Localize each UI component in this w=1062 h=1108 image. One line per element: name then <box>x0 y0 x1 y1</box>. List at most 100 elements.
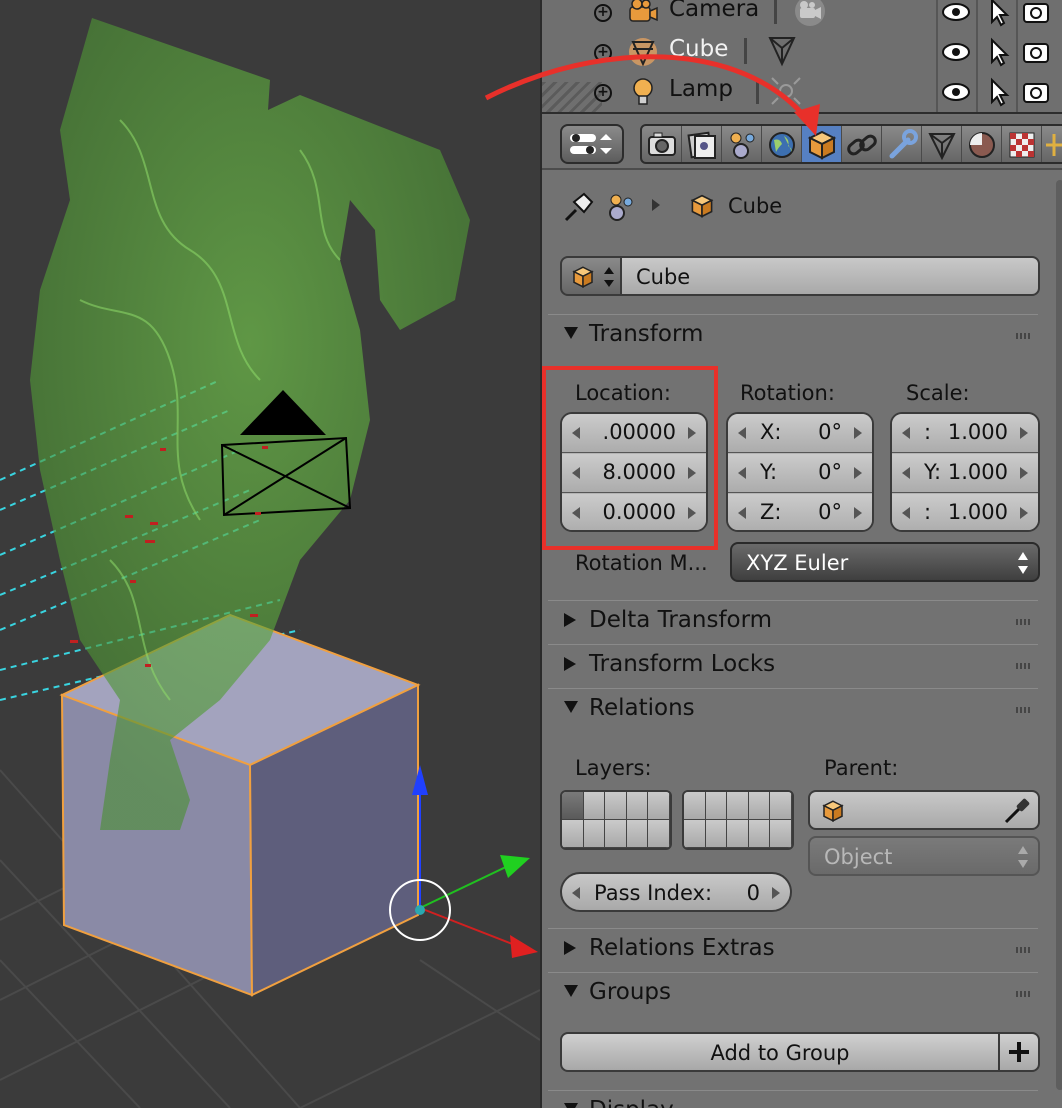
tab-constraints[interactable] <box>842 126 882 162</box>
properties-scrollbar[interactable] <box>1056 180 1062 1090</box>
tab-particles[interactable] <box>1042 126 1062 162</box>
decrement-arrow-icon[interactable] <box>572 887 580 899</box>
layer-button[interactable] <box>748 792 771 820</box>
layer-button[interactable] <box>626 820 649 848</box>
relations-extras-panel-header[interactable]: Relations Extras <box>548 928 1038 970</box>
groups-panel-header[interactable]: Groups <box>548 972 1038 1014</box>
outliner-label[interactable]: Camera <box>669 0 759 22</box>
pin-icon[interactable] <box>562 190 596 224</box>
delta-transform-panel-header[interactable]: Delta Transform <box>548 600 1038 642</box>
drag-grip-icon[interactable] <box>1016 947 1030 953</box>
rotation-mode-label: Rotation M... <box>575 551 708 575</box>
tab-scene[interactable] <box>722 126 762 162</box>
lamp-data-icon[interactable] <box>768 74 804 108</box>
tab-object[interactable] <box>802 126 842 162</box>
outliner-label[interactable]: Cube <box>669 36 728 62</box>
drag-grip-icon[interactable] <box>1016 333 1030 339</box>
tab-material[interactable] <box>962 126 1002 162</box>
tab-modifiers[interactable] <box>882 126 922 162</box>
scale-x-field[interactable]: :1.000 <box>892 414 1038 453</box>
layer-button[interactable] <box>562 820 584 848</box>
renderable-camera-icon[interactable] <box>1020 0 1052 28</box>
layer-button[interactable] <box>727 792 749 820</box>
drag-grip-icon[interactable] <box>1016 991 1030 997</box>
drag-grip-icon[interactable] <box>1016 707 1030 713</box>
properties-editor[interactable]: Cube Cube Transform Location: Rotation: … <box>542 172 1062 1108</box>
tab-render[interactable] <box>642 126 682 162</box>
layer-button[interactable] <box>748 820 771 848</box>
expand-triangle-icon <box>564 941 576 955</box>
rotation-z-field[interactable]: Z: 0° <box>728 494 872 530</box>
selectable-cursor-icon[interactable] <box>982 36 1014 68</box>
layer-button[interactable] <box>562 792 584 820</box>
layer-button[interactable] <box>705 792 728 820</box>
layer-button[interactable] <box>684 820 706 848</box>
tab-data[interactable] <box>922 126 962 162</box>
scene-icon <box>730 132 755 159</box>
add-to-group-button[interactable]: Add to Group <box>560 1032 1000 1072</box>
drag-grip-icon[interactable] <box>1016 663 1030 669</box>
camera-data-icon[interactable] <box>792 0 828 28</box>
pass-index-field[interactable]: Pass Index: 0 <box>560 872 792 912</box>
display-panel-header[interactable]: Display <box>548 1090 1038 1108</box>
parent-field[interactable] <box>808 790 1040 830</box>
layer-button[interactable] <box>583 792 606 820</box>
object-browse-button[interactable] <box>560 256 622 296</box>
layer-button[interactable] <box>626 792 649 820</box>
mesh-data-icon[interactable] <box>764 34 800 68</box>
expand-icon[interactable]: + <box>594 84 612 102</box>
layer-grid-left[interactable] <box>560 790 672 850</box>
editor-type-menu[interactable] <box>560 124 624 164</box>
viewport-scene <box>0 18 540 1108</box>
layer-button[interactable] <box>727 820 749 848</box>
location-y-field[interactable]: 8.0000 <box>562 454 706 493</box>
selectable-cursor-icon[interactable] <box>982 0 1014 28</box>
location-x-field[interactable]: .00000 <box>562 414 706 453</box>
layer-button[interactable] <box>605 792 627 820</box>
increment-arrow-icon[interactable] <box>772 887 780 899</box>
renderable-camera-icon[interactable] <box>1020 76 1052 108</box>
layer-button[interactable] <box>648 820 670 848</box>
tab-render-layers[interactable] <box>682 126 722 162</box>
visibility-eye-icon[interactable] <box>940 36 972 68</box>
add-group-plus-button[interactable] <box>998 1032 1040 1072</box>
expand-icon[interactable]: + <box>594 44 612 62</box>
tab-world[interactable] <box>762 126 802 162</box>
scale-z-field[interactable]: :1.000 <box>892 494 1038 530</box>
tab-texture[interactable] <box>1002 126 1042 162</box>
drag-grip-icon[interactable] <box>1016 619 1030 625</box>
layer-button[interactable] <box>648 792 670 820</box>
panel-title: Relations Extras <box>589 935 775 961</box>
layer-button[interactable] <box>605 820 627 848</box>
panel-title: Relations <box>589 695 695 721</box>
updown-arrows-icon <box>1018 846 1028 868</box>
rotation-y-field[interactable]: Y: 0° <box>728 454 872 493</box>
selectable-cursor-icon[interactable] <box>982 76 1014 108</box>
visibility-eye-icon[interactable] <box>940 76 972 108</box>
3d-viewport[interactable] <box>0 0 540 1108</box>
rotation-x-field[interactable]: X: 0° <box>728 414 872 453</box>
layer-button[interactable] <box>770 820 792 848</box>
renderable-camera-icon[interactable] <box>1020 36 1052 68</box>
pass-index-label: Pass Index: <box>594 881 713 905</box>
outliner[interactable]: + Camera + Cube + Lamp <box>542 0 1062 114</box>
expand-icon[interactable]: + <box>594 4 612 22</box>
pass-index-value: 0 <box>746 881 760 905</box>
location-z-field[interactable]: 0.0000 <box>562 494 706 530</box>
layer-button[interactable] <box>684 792 706 820</box>
transform-panel-header[interactable]: Transform <box>548 314 1038 356</box>
scale-y-field[interactable]: Y: 1.000 <box>892 454 1038 493</box>
transform-locks-panel-header[interactable]: Transform Locks <box>548 644 1038 686</box>
parent-type-dropdown[interactable]: Object <box>808 836 1040 876</box>
object-name-field[interactable]: Cube <box>620 256 1040 296</box>
properties-context-tabs <box>640 124 1062 164</box>
rotation-mode-dropdown[interactable]: XYZ Euler <box>730 542 1040 582</box>
outliner-label[interactable]: Lamp <box>669 76 733 102</box>
visibility-eye-icon[interactable] <box>940 0 972 28</box>
layer-grid-right[interactable] <box>682 790 794 850</box>
eyedropper-icon[interactable] <box>1002 796 1032 826</box>
relations-panel-header[interactable]: Relations <box>548 688 1038 730</box>
layer-button[interactable] <box>770 792 792 820</box>
layer-button[interactable] <box>705 820 728 848</box>
layer-button[interactable] <box>583 820 606 848</box>
